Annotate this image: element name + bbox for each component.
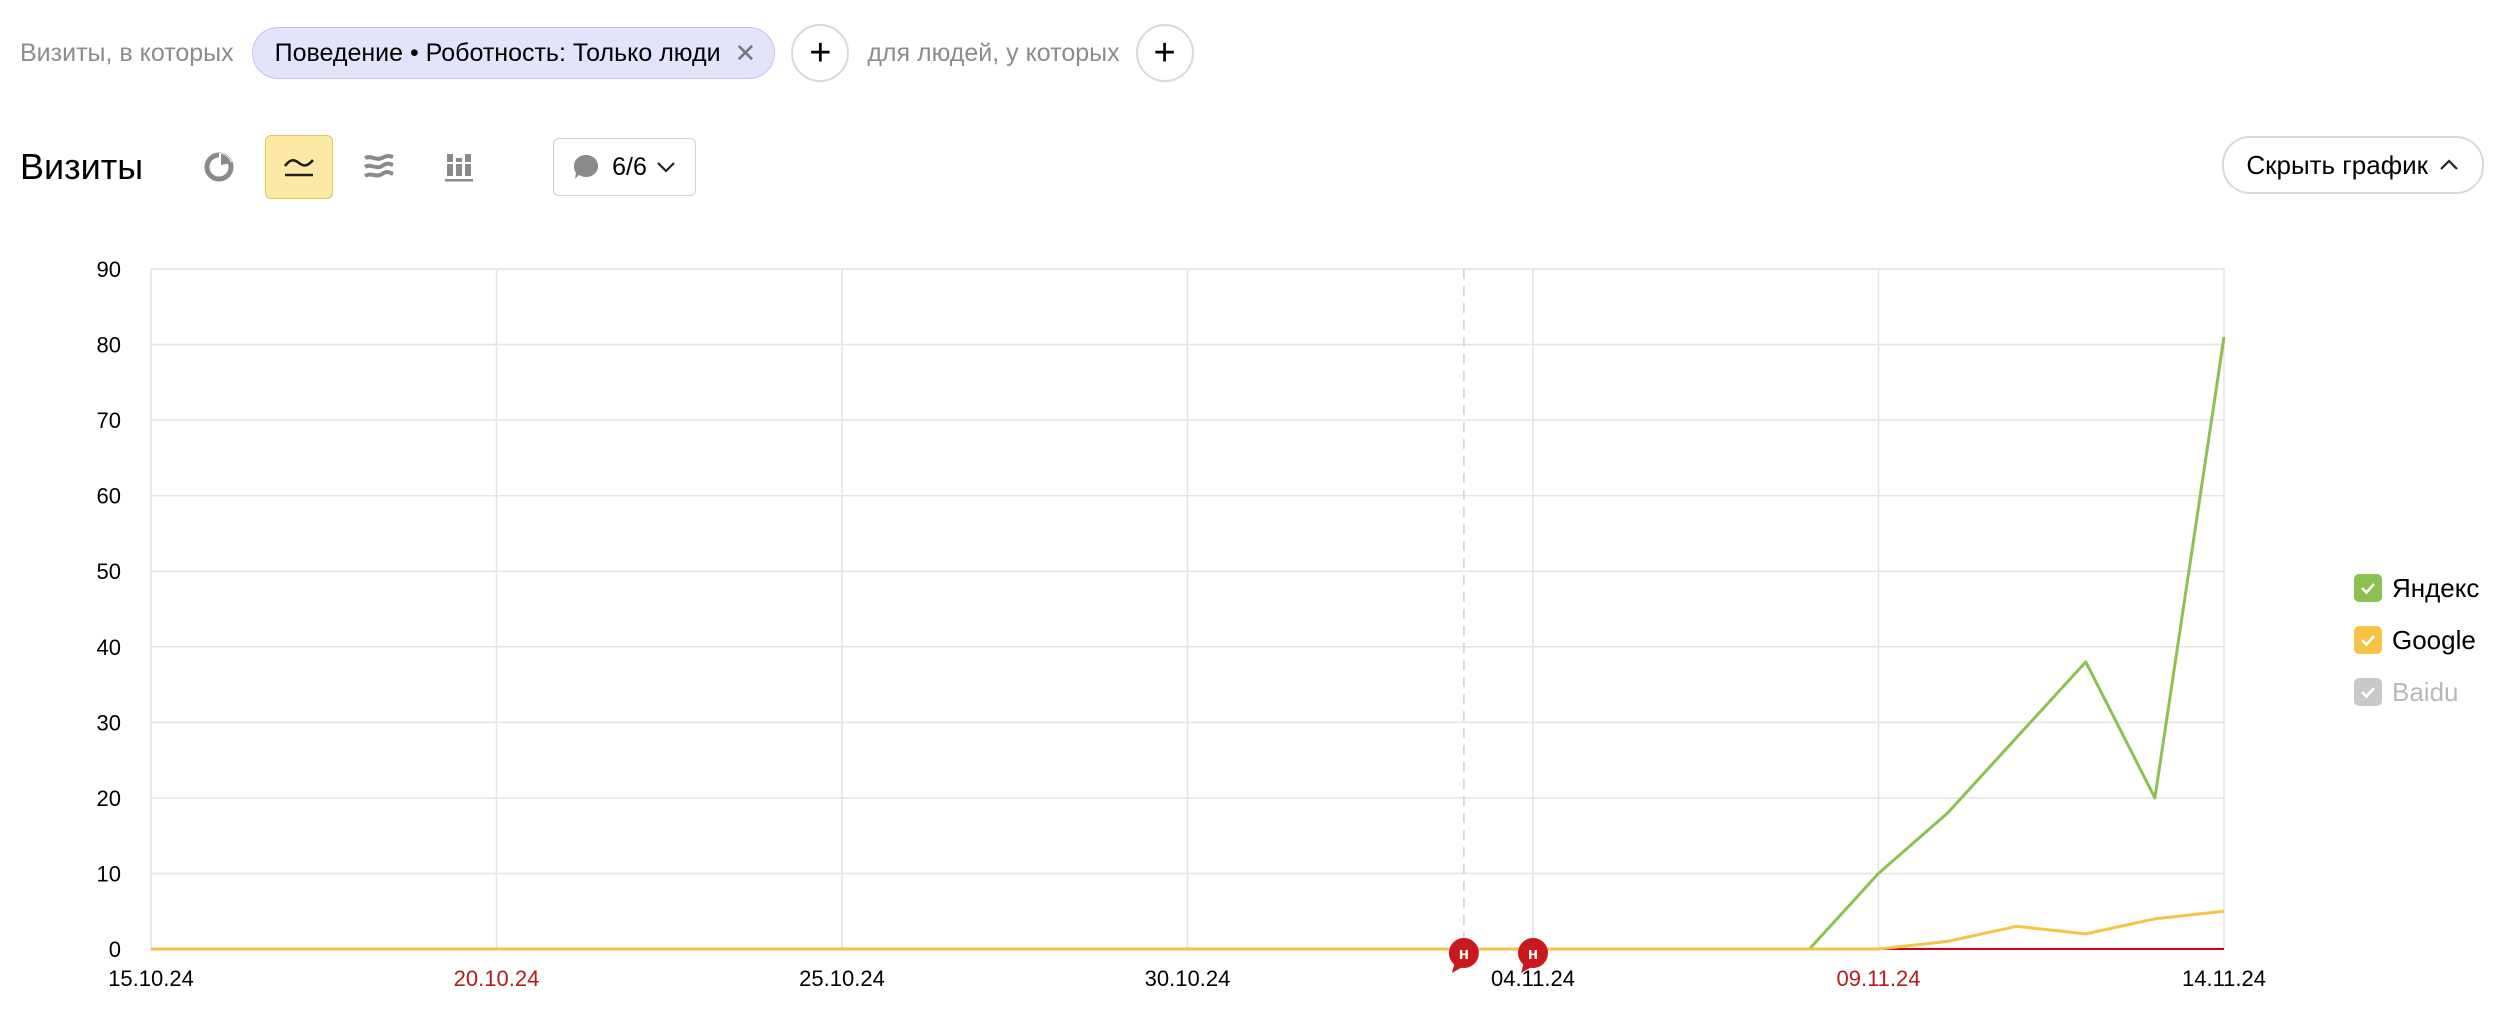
legend-label: Google [2392, 624, 2476, 655]
annotation-marker-label: н [1528, 944, 1538, 963]
filter-chip-robotness[interactable]: Поведение • Роботность: Только люди ✕ [251, 27, 776, 79]
checkbox-icon[interactable] [2354, 574, 2382, 602]
chart-legend: Яндекс Google Baidu [2354, 562, 2479, 718]
annotation-marker-label: н [1459, 944, 1469, 963]
y-tick-label: 40 [97, 635, 121, 660]
chart-toolbar: Визиты 6/6 [20, 135, 696, 199]
x-tick-label: 20.10.24 [454, 966, 540, 991]
segment-filter-row: Визиты, в которых Поведение • Роботность… [20, 24, 1212, 82]
line-chart-icon [284, 159, 315, 177]
x-tick-label: 14.11.24 [2182, 966, 2266, 991]
chart-grid: 0 10 20 30 40 50 60 70 80 90 15.10.24 20.10.24 25.10… [97, 257, 2266, 991]
pie-chart-icon [204, 152, 234, 182]
x-tick-label: 09.11.24 [1836, 966, 1920, 991]
chevron-up-icon [2440, 159, 2458, 170]
x-tick-label: 15.10.24 [108, 966, 194, 991]
people-filter-label: для людей, у которых [867, 38, 1120, 67]
speech-bubble-icon [574, 155, 599, 179]
y-tick-label: 0 [109, 937, 121, 962]
hide-chart-button[interactable]: Скрыть график [2222, 136, 2484, 194]
y-tick-label: 30 [97, 710, 121, 735]
bar-chart-button[interactable] [425, 135, 493, 199]
legend-item-google[interactable]: Google [2354, 614, 2479, 666]
stacked-bar-icon [445, 154, 474, 182]
legend-label: Baidu [2392, 676, 2459, 707]
chevron-down-icon [657, 162, 675, 173]
visits-filter-label: Визиты, в которых [20, 38, 234, 67]
add-people-filter-button[interactable]: + [1135, 24, 1194, 82]
legend-item-baidu[interactable]: Baidu [2354, 666, 2479, 718]
x-tick-label: 04.11.24 [1491, 966, 1575, 991]
y-tick-label: 20 [97, 786, 121, 811]
close-icon[interactable]: ✕ [735, 40, 757, 66]
pie-chart-button[interactable] [185, 135, 253, 199]
annotations-count: 6/6 [612, 152, 647, 181]
add-visit-filter-button[interactable]: + [791, 24, 850, 82]
stacked-area-icon [364, 154, 394, 178]
y-tick-label: 70 [97, 408, 121, 433]
hide-chart-label: Скрыть график [2246, 149, 2428, 180]
visits-line-chart: 0 10 20 30 40 50 60 70 80 90 15.10.24 20.10.24 25.10… [97, 257, 2266, 991]
y-tick-label: 50 [97, 559, 121, 584]
checkbox-icon[interactable] [2354, 626, 2382, 654]
checkbox-icon[interactable] [2354, 678, 2382, 706]
y-tick-label: 10 [97, 861, 121, 886]
legend-item-yandex[interactable]: Яндекс [2354, 562, 2479, 614]
y-tick-label: 80 [97, 333, 121, 358]
legend-label: Яндекс [2392, 572, 2480, 603]
y-tick-label: 60 [97, 484, 121, 509]
annotations-dropdown[interactable]: 6/6 [553, 138, 696, 196]
y-tick-label: 90 [97, 257, 121, 282]
x-tick-label: 25.10.24 [799, 966, 885, 991]
filter-chip-label: Поведение • Роботность: Только люди [274, 38, 721, 67]
page-title: Визиты [20, 146, 144, 187]
line-chart-button[interactable] [265, 135, 334, 199]
area-chart-button[interactable] [345, 135, 413, 199]
x-tick-label: 30.10.24 [1145, 966, 1231, 991]
